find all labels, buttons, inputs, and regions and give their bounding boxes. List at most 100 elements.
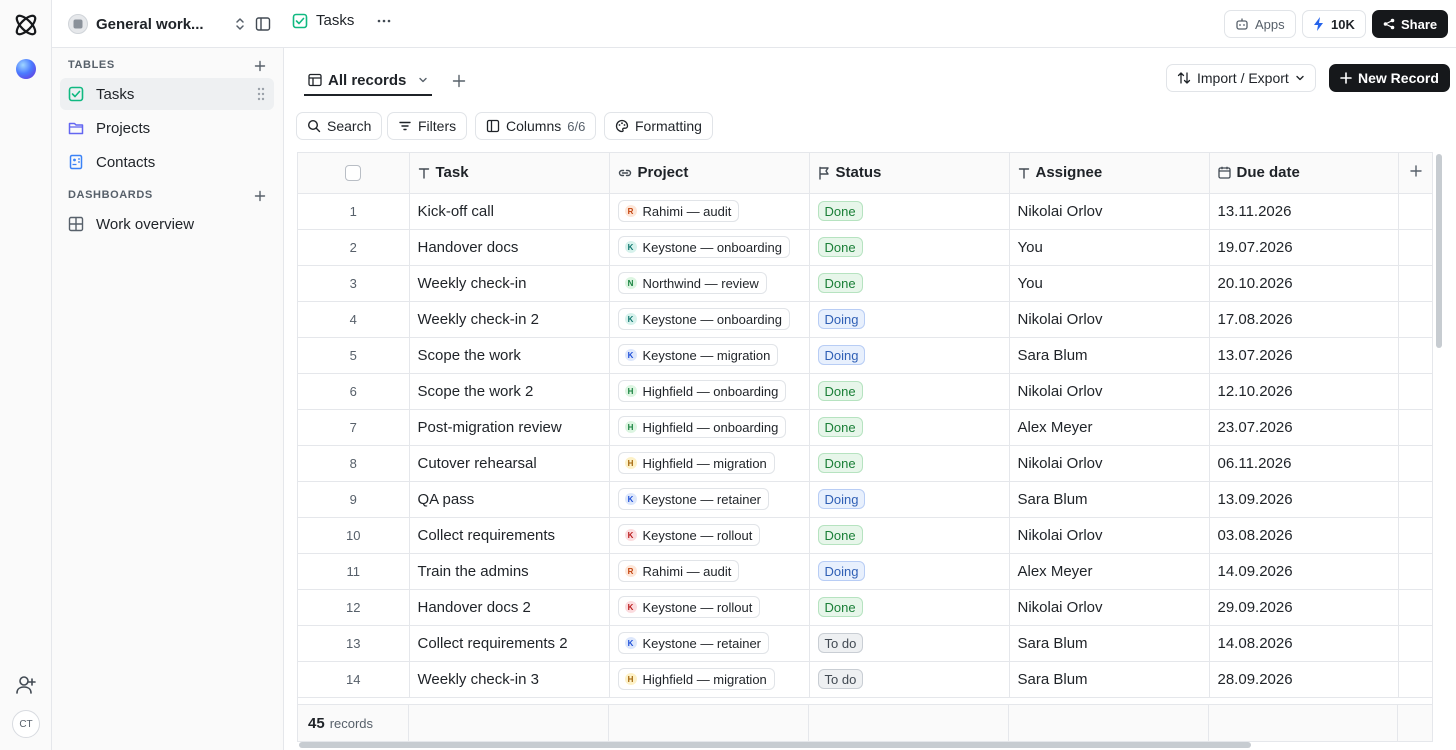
due-date-cell[interactable]: 14.09.2026 [1209,553,1399,590]
more-horizontal-icon[interactable] [376,13,392,29]
status-cell[interactable]: Done [809,193,1010,230]
status-cell[interactable]: Doing [809,481,1010,518]
sidebar-item-projects[interactable]: Projects [60,112,274,144]
table-row[interactable]: 10 Collect requirements K Keystone — rollou… [298,517,1432,554]
due-date-cell[interactable]: 20.10.2026 [1209,265,1399,302]
project-chip[interactable]: K Keystone — retainer [617,632,770,654]
app-logo-icon[interactable] [12,11,40,39]
project-cell[interactable]: N Northwind — review [609,265,810,302]
sidebar-item-contacts[interactable]: Contacts [60,146,274,178]
status-cell[interactable]: Doing [809,337,1010,374]
column-header-task[interactable]: Task [409,153,610,194]
task-cell[interactable]: Handover docs [409,229,610,266]
status-cell[interactable]: Done [809,373,1010,410]
task-cell[interactable]: Scope the work [409,337,610,374]
status-cell[interactable]: Done [809,589,1010,626]
new-record-button[interactable]: New Record [1329,64,1450,92]
assignee-cell[interactable]: Sara Blum [1009,481,1210,518]
project-chip[interactable]: H Highfield — onboarding [617,416,787,438]
assignee-cell[interactable]: Nikolai Orlov [1009,445,1210,482]
column-header-due-date[interactable]: Due date [1209,153,1399,194]
status-cell[interactable]: Doing [809,301,1010,338]
project-cell[interactable]: H Highfield — onboarding [609,373,810,410]
table-row[interactable]: 5 Scope the work K Keystone — migration Doin… [298,337,1432,374]
user-avatar[interactable]: CT [12,710,40,738]
status-cell[interactable]: Done [809,265,1010,302]
assignee-cell[interactable]: Nikolai Orlov [1009,517,1210,554]
due-date-cell[interactable]: 13.07.2026 [1209,337,1399,374]
table-row[interactable]: 4 Weekly check-in 2 K Keystone — onboarding… [298,301,1432,338]
project-chip[interactable]: K Keystone — rollout [617,596,761,618]
project-chip[interactable]: H Highfield — onboarding [617,380,787,402]
status-cell[interactable]: To do [809,625,1010,662]
table-row[interactable]: 1 Kick-off call R Rahimi — audit Done Nikolai… [298,193,1432,230]
footer-cell[interactable] [1209,705,1398,741]
horizontal-scrollbar[interactable] [299,742,1251,748]
status-cell[interactable]: Doing [809,553,1010,590]
status-cell[interactable]: Done [809,517,1010,554]
select-all-checkbox[interactable] [345,164,362,181]
search-button[interactable]: Search [296,112,383,140]
drag-handle-icon[interactable] [256,87,266,101]
project-cell[interactable]: H Highfield — onboarding [609,409,810,446]
table-row[interactable]: 6 Scope the work 2 H Highfield — onboarding… [298,373,1432,410]
column-header-status[interactable]: Status [809,153,1010,194]
task-cell[interactable]: Scope the work 2 [409,373,610,410]
table-row[interactable]: 3 Weekly check-in N Northwind — review Done Y… [298,265,1432,302]
table-row[interactable]: 7 Post-migration review H Highfield — onboa… [298,409,1432,446]
project-cell[interactable]: K Keystone — retainer [609,625,810,662]
task-cell[interactable]: Kick-off call [409,193,610,230]
project-chip[interactable]: K Keystone — onboarding [617,236,790,258]
status-cell[interactable]: Done [809,409,1010,446]
footer-cell[interactable] [1009,705,1209,741]
due-date-cell[interactable]: 17.08.2026 [1209,301,1399,338]
project-cell[interactable]: K Keystone — migration [609,337,810,374]
sidebar-item-work-overview[interactable]: Work overview [60,208,274,240]
column-header-project[interactable]: Project [609,153,810,194]
table-row[interactable]: 12 Handover docs 2 K Keystone — rollout Done… [298,589,1432,626]
due-date-cell[interactable]: 14.08.2026 [1209,625,1399,662]
credits-button[interactable]: 10K [1302,10,1366,38]
apps-button[interactable]: Apps [1224,10,1296,38]
add-dashboard-icon[interactable] [253,189,267,203]
project-cell[interactable]: R Rahimi — audit [609,193,810,230]
status-cell[interactable]: Done [809,445,1010,482]
project-chip[interactable]: R Rahimi — audit [617,200,740,222]
table-row[interactable]: 14 Weekly check-in 3 H Highfield — migratio… [298,661,1432,698]
project-chip[interactable]: H Highfield — migration [617,668,775,690]
status-cell[interactable]: Done [809,229,1010,266]
task-cell[interactable]: Weekly check-in 3 [409,661,610,698]
project-chip[interactable]: R Rahimi — audit [617,560,740,582]
task-cell[interactable]: Train the admins [409,553,610,590]
project-chip[interactable]: K Keystone — rollout [617,524,761,546]
task-cell[interactable]: Handover docs 2 [409,589,610,626]
project-chip[interactable]: K Keystone — onboarding [617,308,790,330]
formatting-button[interactable]: Formatting [604,112,713,140]
sidebar-item-tasks[interactable]: Tasks [60,78,274,110]
tab-all-records[interactable]: All records [304,66,433,96]
project-chip[interactable]: N Northwind — review [617,272,767,294]
project-cell[interactable]: K Keystone — onboarding [609,229,810,266]
task-cell[interactable]: Weekly check-in 2 [409,301,610,338]
project-cell[interactable]: H Highfield — migration [609,445,810,482]
add-column-header[interactable] [1398,153,1432,194]
project-cell[interactable]: K Keystone — rollout [609,517,810,554]
assignee-cell[interactable]: You [1009,265,1210,302]
project-cell[interactable]: K Keystone — retainer [609,481,810,518]
toggle-sidebar-button[interactable] [254,15,272,33]
project-cell[interactable]: K Keystone — onboarding [609,301,810,338]
assignee-cell[interactable]: Nikolai Orlov [1009,193,1210,230]
footer-cell[interactable] [409,705,609,741]
due-date-cell[interactable]: 12.10.2026 [1209,373,1399,410]
import-export-button[interactable]: Import / Export [1166,64,1316,92]
footer-cell[interactable] [809,705,1009,741]
due-date-cell[interactable]: 28.09.2026 [1209,661,1399,698]
assignee-cell[interactable]: Sara Blum [1009,625,1210,662]
task-cell[interactable]: Cutover rehearsal [409,445,610,482]
task-cell[interactable]: Post-migration review [409,409,610,446]
status-cell[interactable]: To do [809,661,1010,698]
assignee-cell[interactable]: You [1009,229,1210,266]
columns-button[interactable]: Columns 6/6 [475,112,597,140]
assignee-cell[interactable]: Sara Blum [1009,661,1210,698]
workspace-orb-icon[interactable] [16,59,36,79]
